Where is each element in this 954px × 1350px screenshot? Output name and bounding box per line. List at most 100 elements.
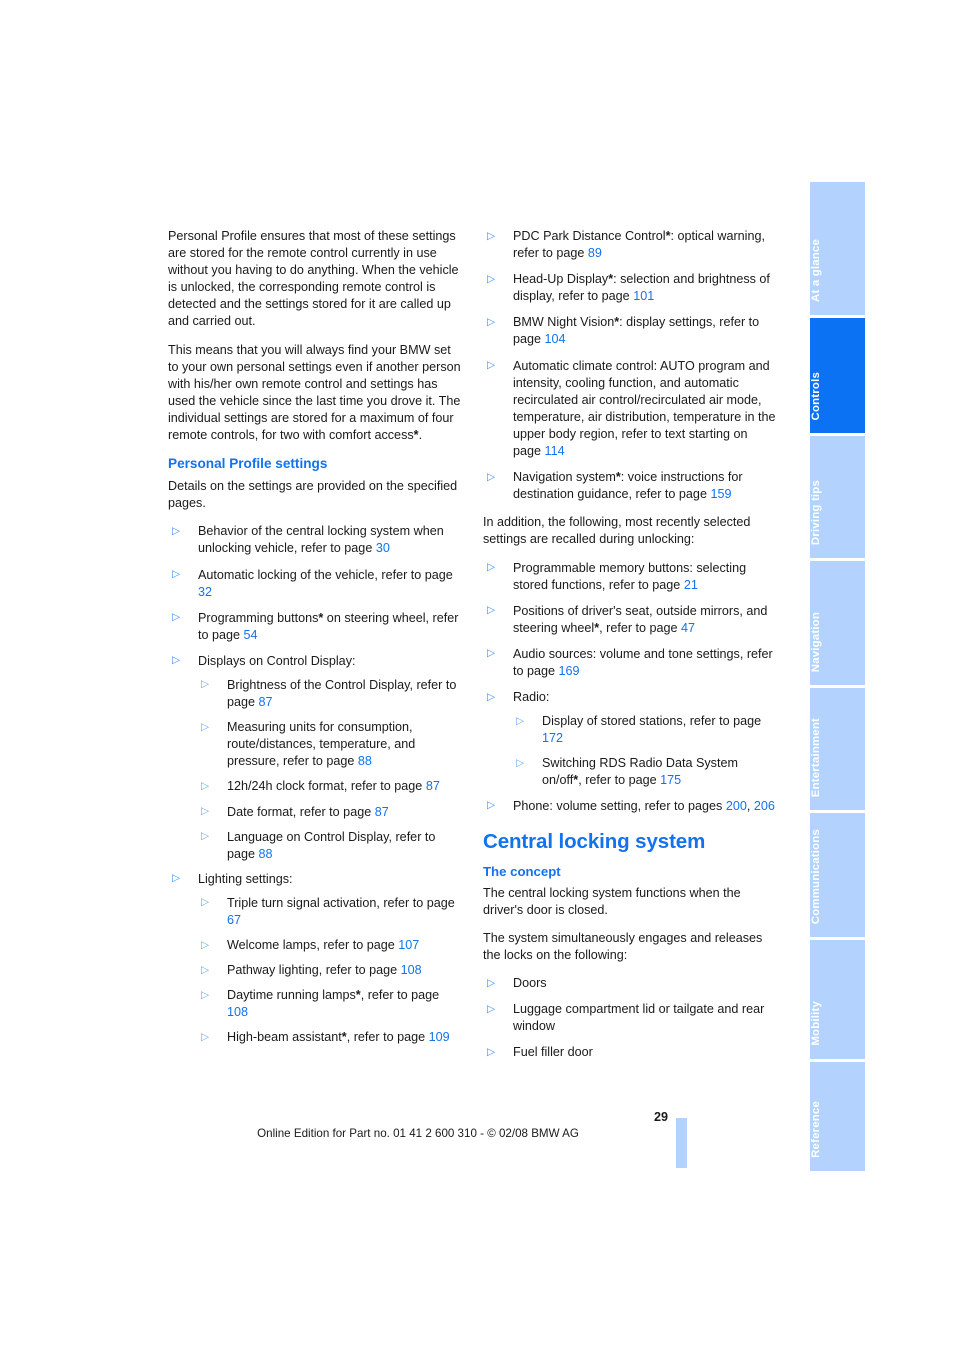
sublist-item-language: Language on Control Display, refer to pa…	[198, 828, 462, 863]
page-reference[interactable]: 47	[681, 621, 695, 635]
sublist-item-measuring-units: Measuring units for consumption, route/d…	[198, 719, 462, 770]
tab-label: Entertainment	[810, 717, 822, 797]
list-item-phone-volume: Phone: volume setting, refer to pages 20…	[483, 797, 777, 815]
page-reference-1[interactable]: 200	[726, 799, 747, 813]
sublist-item-text: Welcome lamps, refer to page	[227, 938, 399, 953]
page-reference[interactable]: 109	[429, 1030, 450, 1044]
list-item-pdc: PDC Park Distance Control*: optical warn…	[483, 227, 777, 262]
sublist-item-text: Triple turn signal activation, refer to …	[227, 895, 455, 910]
page-reference[interactable]: 101	[633, 289, 654, 303]
list-item-audio-sources: Audio sources: volume and tone settings,…	[483, 645, 777, 680]
page-reference-separator: ,	[746, 798, 754, 813]
tab-at-a-glance[interactable]: At a glance	[810, 182, 865, 315]
page-reference[interactable]: 108	[401, 963, 422, 977]
page-reference[interactable]: 67	[227, 913, 241, 927]
tab-driving-tips[interactable]: Driving tips	[810, 436, 865, 558]
list-item-head-up-display: Head-Up Display*: selection and brightne…	[483, 271, 777, 305]
list-item-text: Automatic locking of the vehicle, refer …	[198, 567, 453, 582]
page-reference[interactable]: 87	[259, 695, 273, 709]
list-item-lighting-settings: Lighting settings: Triple turn signal ac…	[168, 870, 462, 1047]
intro-paragraph-2-tail: .	[418, 428, 423, 443]
tab-reference[interactable]: Reference	[810, 1062, 865, 1171]
page-reference[interactable]: 108	[227, 1005, 248, 1019]
page-reference[interactable]: 104	[545, 332, 566, 346]
personal-profile-settings-list-wrapper: Behavior of the central locking system w…	[168, 523, 462, 1046]
sublist-item-welcome-lamps: Welcome lamps, refer to page 107	[198, 937, 462, 954]
sublist-item-text-tail: , refer to page	[346, 1030, 429, 1045]
page-reference[interactable]: 88	[259, 847, 273, 861]
tab-navigation[interactable]: Navigation	[810, 561, 865, 685]
tab-label: Driving tips	[810, 479, 822, 545]
sublist-item-text-tail: , refer to page	[360, 988, 440, 1003]
list-item-text-tail: , refer to page	[599, 620, 682, 635]
list-item-text: Doors	[513, 976, 547, 990]
page-reference[interactable]: 32	[198, 585, 212, 599]
sublist-item-text: Daytime running lamps	[227, 988, 356, 1003]
list-item-automatic-locking: Automatic locking of the vehicle, refer …	[168, 566, 462, 601]
sublist-item-text: Measuring units for consumption, route/d…	[227, 720, 416, 769]
sublist-item-text-tail: , refer to page	[578, 773, 661, 788]
page-reference[interactable]: 107	[398, 938, 419, 952]
page-reference[interactable]: 89	[588, 246, 602, 260]
list-item-fuel-filler-door: Fuel filler door	[483, 1044, 777, 1061]
sublist-item-triple-turn-signal: Triple turn signal activation, refer to …	[198, 894, 462, 929]
list-item-text: Head-Up Display	[513, 272, 609, 287]
sublist-item-pathway-lighting: Pathway lighting, refer to page 108	[198, 962, 462, 979]
tab-label: Controls	[810, 371, 822, 420]
right-text-column: PDC Park Distance Control*: optical warn…	[483, 227, 777, 1061]
tab-mobility[interactable]: Mobility	[810, 940, 865, 1059]
page-reference[interactable]: 172	[542, 731, 563, 745]
lighting-sublist: Triple turn signal activation, refer to …	[198, 894, 462, 1047]
page-reference[interactable]: 87	[375, 805, 389, 819]
list-item-central-locking-behavior: Behavior of the central locking system w…	[168, 523, 462, 557]
list-item-text: Programmable memory buttons: selecting s…	[513, 560, 747, 592]
tab-label: Mobility	[810, 1001, 822, 1046]
list-item-programming-buttons: Programming buttons* on steering wheel, …	[168, 609, 462, 644]
list-item-label: Displays on Control Display:	[198, 653, 356, 668]
section-intro-paragraph: Details on the settings are provided on …	[168, 479, 458, 511]
sublist-item-high-beam-assistant: High-beam assistant*, refer to page 109	[198, 1029, 462, 1046]
list-item-radio: Radio: Display of stored stations, refer…	[483, 689, 777, 789]
concept-paragraph-2: The system simultaneously engages and re…	[483, 930, 763, 962]
tab-communications[interactable]: Communications	[810, 813, 865, 937]
list-item-text: PDC Park Distance Control	[513, 229, 666, 243]
manual-page: Personal Profile ensures that most of th…	[0, 0, 954, 1350]
sublist-item-date-format: Date format, refer to page 87	[198, 803, 462, 821]
sublist-item-clock-format: 12h/24h clock format, refer to page 87	[198, 778, 462, 795]
list-item-luggage-compartment: Luggage compartment lid or tailgate and …	[483, 1001, 777, 1035]
list-item-bmw-night-vision: BMW Night Vision*: display settings, ref…	[483, 314, 777, 348]
list-item-text: Audio sources: volume and tone settings,…	[513, 646, 773, 678]
locks-list: Doors Luggage compartment lid or tailgat…	[483, 974, 777, 1061]
page-reference[interactable]: 54	[244, 628, 258, 642]
list-item-memory-buttons: Programmable memory buttons: selecting s…	[483, 559, 777, 594]
tab-label: At a glance	[810, 239, 822, 302]
page-reference[interactable]: 175	[660, 773, 681, 787]
sublist-item-daytime-running-lamps: Daytime running lamps*, refer to page 10…	[198, 987, 462, 1021]
page-reference[interactable]: 21	[684, 578, 698, 592]
displays-sublist: Brightness of the Control Display, refer…	[198, 676, 462, 863]
tab-label: Communications	[810, 828, 822, 924]
tab-entertainment[interactable]: Entertainment	[810, 688, 865, 810]
list-item-text: Navigation system	[513, 470, 616, 485]
page-reference-2[interactable]: 206	[754, 799, 775, 813]
list-item-text: Luggage compartment lid or tailgate and …	[513, 1002, 765, 1034]
list-item-navigation-system: Navigation system*: voice instructions f…	[483, 469, 777, 503]
section-heading-personal-profile-settings: Personal Profile settings	[168, 456, 328, 472]
list-item-automatic-climate-control: Automatic climate control: AUTO program …	[483, 357, 777, 461]
tab-label: Navigation	[810, 611, 822, 672]
page-reference[interactable]: 159	[710, 487, 731, 501]
sublist-item-text: Pathway lighting, refer to page	[227, 963, 401, 978]
left-text-column: Personal Profile ensures that most of th…	[168, 228, 462, 1058]
page-reference[interactable]: 114	[545, 444, 565, 458]
tab-controls[interactable]: Controls	[810, 318, 865, 433]
radio-sublist: Display of stored stations, refer to pag…	[513, 713, 777, 789]
page-reference[interactable]: 169	[559, 664, 580, 678]
list-item-text: Behavior of the central locking system w…	[198, 524, 444, 556]
list-item-label: Lighting settings:	[198, 871, 293, 886]
recalled-settings-list: Programmable memory buttons: selecting s…	[483, 559, 777, 815]
sublist-item-rds: Switching RDS Radio Data System on/off*,…	[513, 755, 777, 789]
recalled-settings-list-wrapper: Programmable memory buttons: selecting s…	[483, 559, 777, 815]
page-reference[interactable]: 30	[376, 541, 390, 555]
page-reference[interactable]: 88	[358, 754, 372, 768]
page-reference[interactable]: 87	[426, 779, 440, 793]
